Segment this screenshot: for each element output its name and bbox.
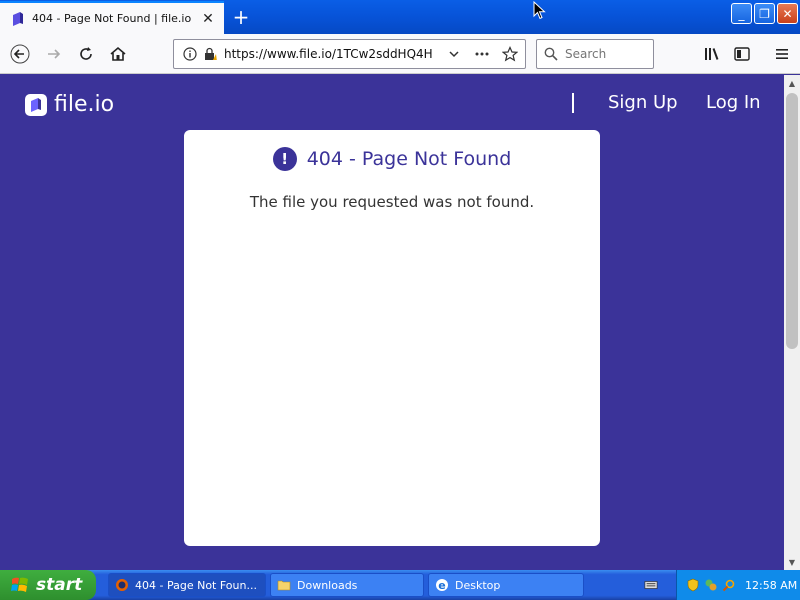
restore-button[interactable]: ❐ [754,3,775,24]
library-icon[interactable] [698,40,726,68]
window-controls: _ ❐ ✕ [731,3,798,24]
sign-up-link[interactable]: Sign Up [608,92,678,113]
back-arrow-icon[interactable] [6,40,34,68]
new-tab-button[interactable]: + [228,5,254,29]
taskbar-item-label: Desktop [455,578,501,592]
error-message: The file you requested was not found. [249,193,535,211]
start-button[interactable]: start [0,570,96,600]
tab-title: 404 - Page Not Found | file.io [32,12,192,25]
sidebar-toggle-icon[interactable] [728,40,756,68]
search-icon [543,46,559,62]
browser-title-bar: 404 - Page Not Found | file.io ✕ + _ ❐ ✕ [0,0,800,34]
page-actions-ellipsis-icon[interactable] [474,46,490,62]
security-shield-icon[interactable] [685,577,701,593]
taskbar-item-browser[interactable]: 404 - Page Not Foun... [108,573,266,597]
windows-taskbar: start 404 - Page Not Foun... Downloads e… [0,570,800,600]
hamburger-menu-icon[interactable] [768,40,796,68]
file-io-logo-icon [25,93,47,116]
firefox-icon [115,578,129,592]
page-scrollbar[interactable]: ▲ ▼ [784,75,800,570]
error-title: 404 - Page Not Found [306,148,512,170]
webpage-content: file.io Sign Up Log In ! 404 - Page Not … [0,75,784,570]
internet-explorer-icon: e [435,578,449,592]
system-clock: 12:58 AM [745,578,798,592]
scroll-thumb[interactable] [786,93,798,349]
minimize-button[interactable]: _ [731,3,752,24]
search-bar[interactable] [536,39,654,69]
browser-tab-active[interactable]: 404 - Page Not Found | file.io ✕ [0,1,224,34]
info-icon[interactable] [182,46,198,62]
browser-toolbar: https://www.file.io/1TCw2sddHQ4H [0,34,800,74]
folder-icon [277,578,291,592]
url-bar[interactable]: https://www.file.io/1TCw2sddHQ4H [173,39,526,69]
network-icon[interactable] [703,577,719,593]
logo-text: file.io [54,92,115,117]
tab-close-icon[interactable]: ✕ [198,9,218,29]
scroll-up-arrow-icon[interactable]: ▲ [784,75,800,91]
taskbar-item-label: Downloads [297,578,358,592]
taskbar-item-downloads[interactable]: Downloads [270,573,424,597]
reload-icon[interactable] [72,40,100,68]
home-icon[interactable] [104,40,132,68]
search-input[interactable] [565,47,649,61]
svg-text:e: e [438,579,445,592]
system-tray: 12:58 AM [676,570,800,600]
mouse-pointer-icon [533,1,546,20]
lock-warning-icon[interactable] [202,46,218,62]
error-header: ! 404 - Page Not Found [184,147,600,171]
forward-arrow-icon[interactable] [40,40,68,68]
url-text: https://www.file.io/1TCw2sddHQ4H [224,47,433,61]
keyboard-icon[interactable] [644,578,658,592]
taskbar-item-desktop[interactable]: e Desktop [428,573,584,597]
start-label: start [36,575,83,595]
file-io-favicon-icon [10,11,26,27]
nav-divider [572,93,574,113]
taskbar-item-label: 404 - Page Not Foun... [135,578,257,592]
bookmark-star-icon[interactable] [502,46,518,62]
scroll-down-arrow-icon[interactable]: ▼ [784,554,800,570]
log-in-link[interactable]: Log In [706,92,761,113]
site-logo[interactable]: file.io [24,92,114,117]
error-card: ! 404 - Page Not Found The file you requ… [184,130,600,546]
close-window-button[interactable]: ✕ [777,3,798,24]
chevron-down-icon[interactable] [446,46,462,62]
windows-logo-icon [11,577,28,592]
search-magnifier-icon[interactable] [721,577,737,593]
exclamation-alert-icon: ! [272,147,297,171]
